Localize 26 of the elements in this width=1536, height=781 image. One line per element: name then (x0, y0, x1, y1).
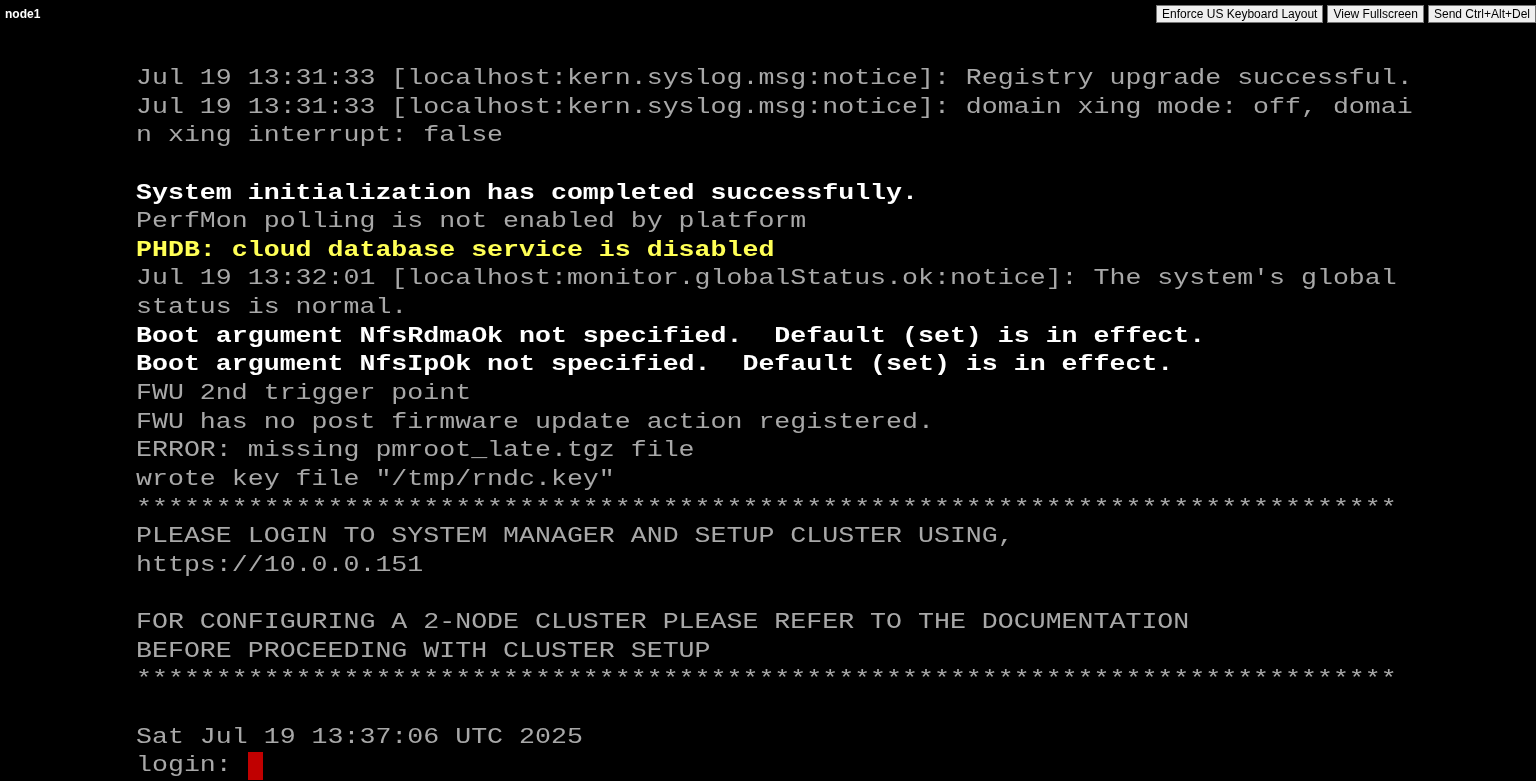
console-line: ERROR: missing pmroot_late.tgz file (136, 438, 695, 463)
console-line: status is normal. (136, 295, 408, 320)
console-line: System initialization has completed successfully. (136, 180, 918, 206)
console-line: Boot argument NfsIpOk not specified. Default (set) is in effect. (136, 352, 1174, 377)
console-line: PLEASE LOGIN TO SYSTEM MANAGER AND SETUP CLUSTER USING, (136, 524, 1014, 549)
console-line: PerfMon polling is not enabled by platform (136, 209, 807, 234)
console-line: Sat Jul 19 13:37:06 UTC 2025 (136, 724, 583, 750)
console-line: BEFORE PROCEEDING WITH CLUSTER SETUP (136, 638, 711, 664)
console-line: login: (136, 753, 233, 778)
toolbar-button[interactable]: Send Ctrl+Alt+Del (1427, 5, 1536, 23)
console-line: wrote key file "/tmp/rndc.key" (136, 467, 615, 492)
console-line: PHDB: cloud database service is disabled (136, 238, 775, 263)
console-line: https://10.0.0.151 (136, 553, 424, 578)
console-line: FWU 2nd trigger point (136, 381, 472, 406)
console-line: Jul 19 13:32:01 [localhost:monitor.globalStatus.ok:notice]: The system's global (136, 266, 1397, 291)
console-line: ******************************************************************************* (136, 495, 1397, 521)
console-line: ******************************************************************************* (136, 667, 1397, 692)
console-line: n xing interrupt: false (136, 123, 504, 148)
console-line: FOR CONFIGURING A 2-NODE CLUSTER PLEASE REFER TO THE DOCUMENTATION (136, 610, 1190, 635)
console-line: Jul 19 13:31:33 [localhost:kern.syslog.msg:notice]: Registry upgrade successful. (136, 66, 1413, 91)
console-line: Jul 19 13:31:33 [localhost:kern.syslog.msg:notice]: domain xing mode: off, domai (136, 94, 1413, 120)
toolbar-button[interactable]: View Fullscreen (1327, 5, 1424, 23)
console-line: FWU has no post firmware update action registered. (136, 409, 934, 435)
toolbar-button[interactable]: Enforce US Keyboard Layout (1156, 5, 1324, 23)
console-line: Boot argument NfsRdmaOk not specified. Default (set) is in effect. (136, 323, 1206, 349)
window-title: node1 (4, 6, 41, 23)
